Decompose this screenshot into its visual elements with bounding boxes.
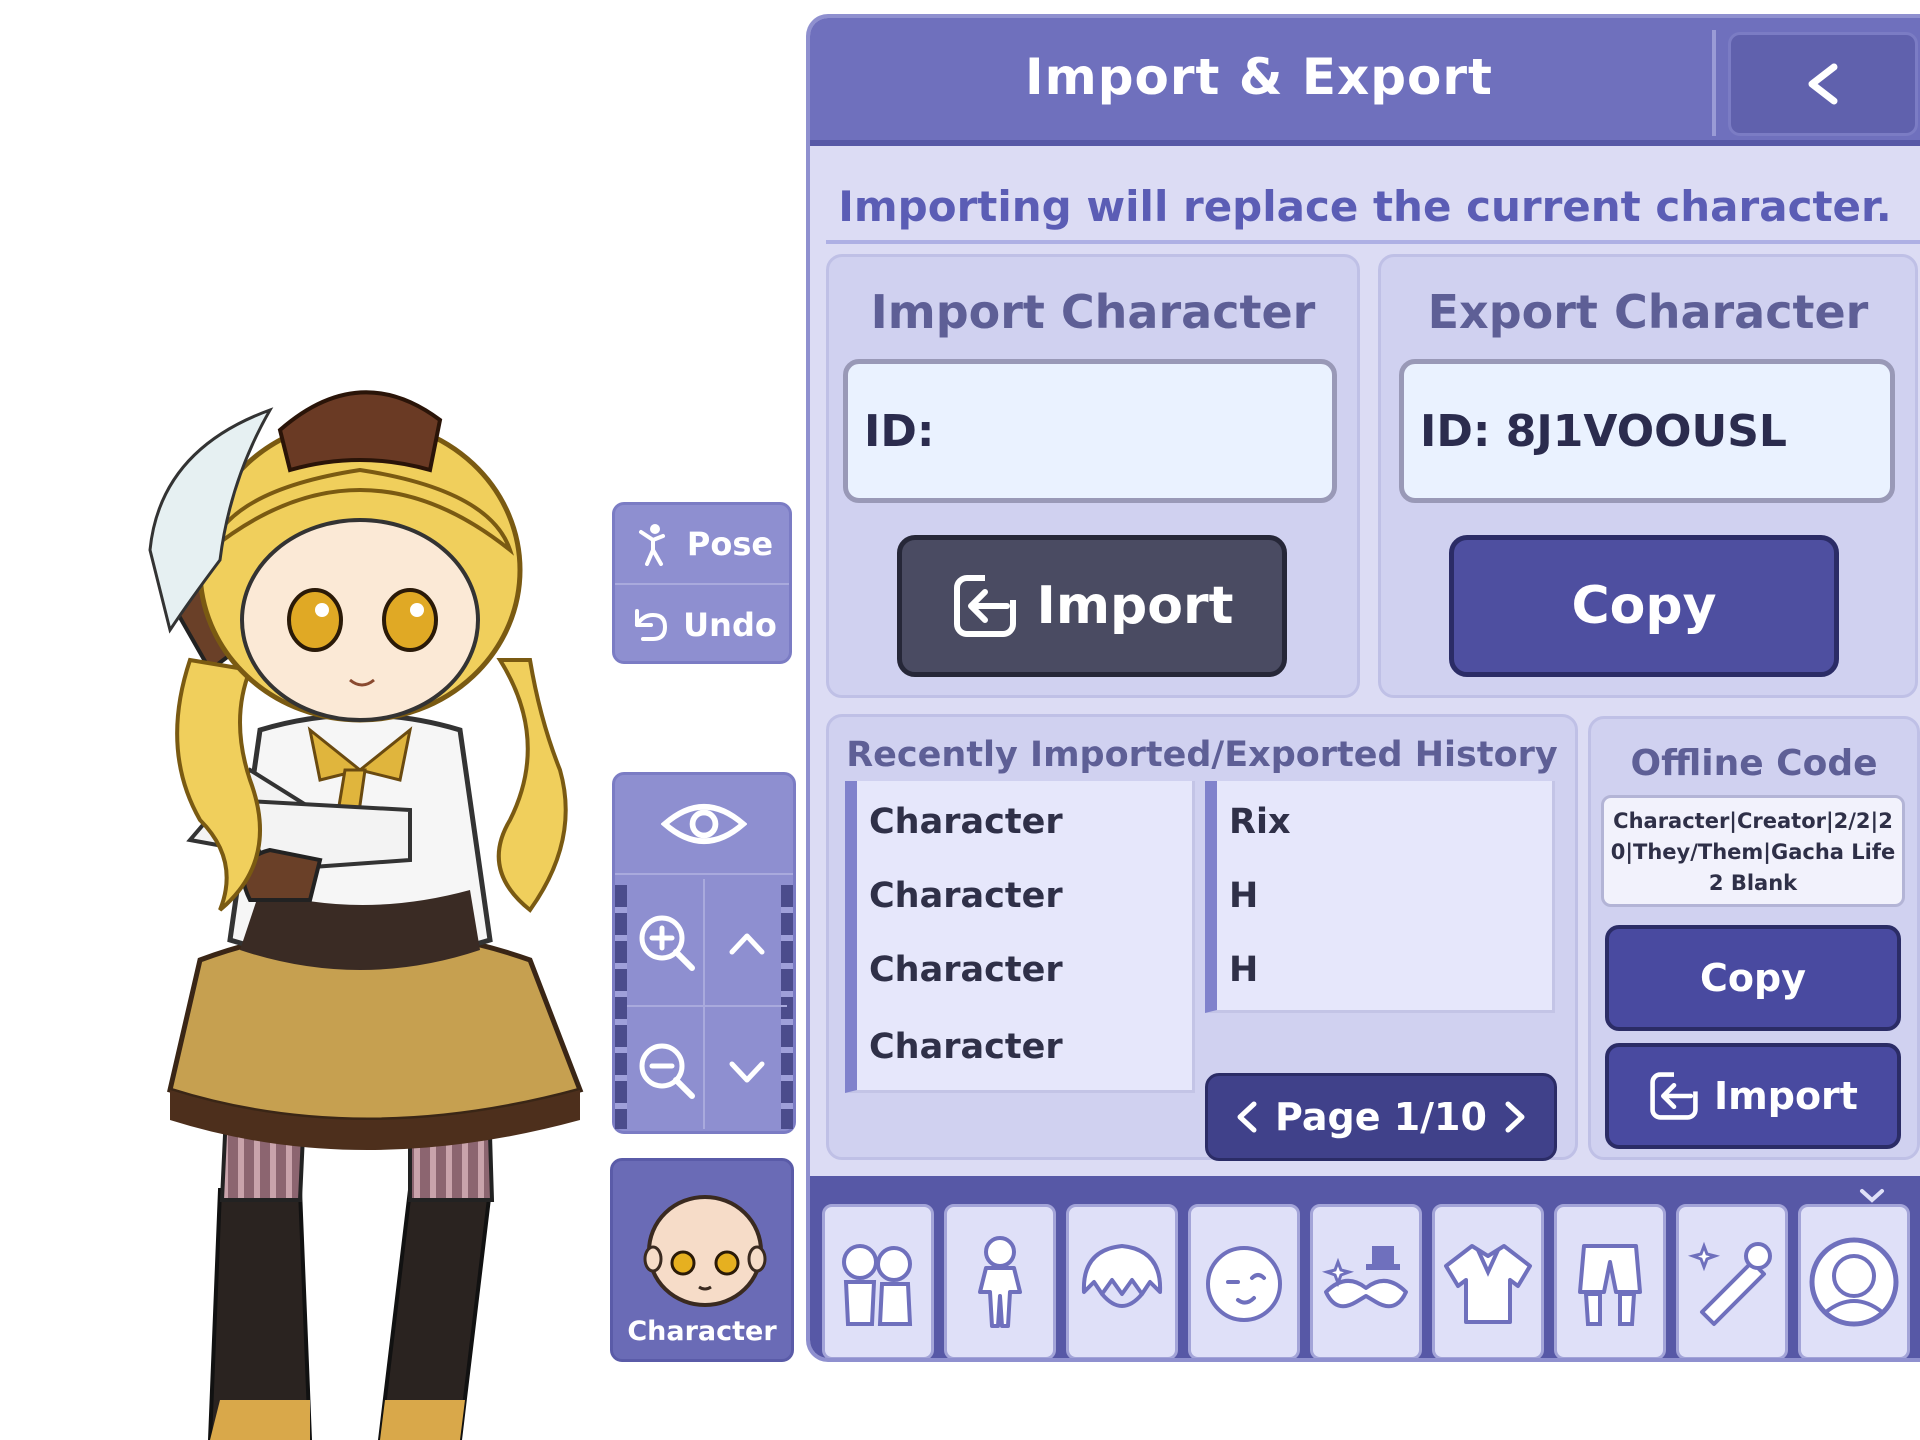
props-icon xyxy=(1687,1241,1772,1326)
offline-code-text[interactable]: Character|Creator|2/2|20|They/Them|Gacha… xyxy=(1601,795,1905,907)
toggle-visibility-button[interactable] xyxy=(615,775,793,875)
import-id-input[interactable]: ID: xyxy=(843,359,1337,503)
hair-icon xyxy=(1081,1244,1163,1308)
offline-import-button[interactable]: Import xyxy=(1605,1043,1901,1149)
chevron-up-icon xyxy=(729,933,765,955)
category-tab-profile[interactable] xyxy=(1798,1204,1910,1358)
export-character-title: Export Character xyxy=(1427,285,1869,339)
history-row-value[interactable]: H xyxy=(1205,855,1555,939)
category-tab-body[interactable] xyxy=(944,1204,1056,1358)
character-tab-button[interactable]: Character xyxy=(610,1158,794,1362)
subtitle-divider xyxy=(826,240,1920,244)
history-row-name[interactable]: Character xyxy=(845,1003,1195,1093)
category-tab-accessories[interactable] xyxy=(1310,1204,1422,1358)
offline-code-section: Offline Code Character|Creator|2/2|20|Th… xyxy=(1588,716,1920,1160)
pose-button[interactable]: Pose xyxy=(615,505,789,585)
import-icon xyxy=(1650,1070,1701,1120)
accessories-icon xyxy=(1321,1246,1408,1309)
character-tab-label: Character xyxy=(627,1316,777,1347)
panel-header: Import & Export xyxy=(810,18,1920,146)
history-row-name[interactable]: Character xyxy=(845,781,1195,865)
chevron-down-icon xyxy=(1860,1189,1884,1203)
import-character-section: Import Character ID: Import xyxy=(826,254,1360,698)
bottom-clothing-icon xyxy=(1578,1244,1642,1326)
history-row-name[interactable]: Character xyxy=(845,855,1195,939)
category-toolbar xyxy=(810,1176,1920,1358)
offline-import-label: Import xyxy=(1714,1074,1858,1118)
view-controls-panel xyxy=(612,772,796,1134)
history-title: Recently Imported/Exported History xyxy=(846,735,1558,775)
history-row-name[interactable]: Character xyxy=(845,929,1195,1013)
panel-title: Import & Export xyxy=(1025,48,1493,106)
profile-icon xyxy=(1809,1237,1899,1327)
category-tab-bottoms[interactable] xyxy=(1554,1204,1666,1358)
face-icon xyxy=(1206,1246,1282,1322)
category-tab-face[interactable] xyxy=(1188,1204,1300,1358)
zoom-out-icon xyxy=(639,1043,695,1099)
copy-id-button[interactable]: Copy xyxy=(1449,535,1839,677)
export-character-section: Export Character ID: 8J1VOOUSL Copy xyxy=(1378,254,1918,698)
undo-button[interactable]: Undo xyxy=(615,585,789,665)
copy-button-label: Copy xyxy=(1571,576,1717,636)
export-id-field[interactable]: ID: 8J1VOOUSL xyxy=(1399,359,1895,503)
pose-icon xyxy=(638,524,665,566)
history-pager[interactable]: Page 1/10 xyxy=(1205,1073,1557,1161)
body-icon xyxy=(978,1236,1022,1328)
zoom-in-button[interactable] xyxy=(625,879,709,1007)
category-tab-presets[interactable] xyxy=(822,1204,934,1358)
chevron-down-icon xyxy=(729,1061,765,1083)
category-tab-hair[interactable] xyxy=(1066,1204,1178,1358)
import-button-label: Import xyxy=(1036,576,1234,636)
pose-undo-panel: Pose Undo xyxy=(612,502,792,664)
top-clothing-icon xyxy=(1444,1244,1532,1324)
import-icon xyxy=(953,572,1019,637)
history-row-value[interactable]: H xyxy=(1205,929,1555,1013)
zoom-out-button[interactable] xyxy=(625,1007,709,1135)
undo-label: Undo xyxy=(683,606,777,644)
chevron-right-icon[interactable] xyxy=(1500,1100,1530,1134)
eye-icon xyxy=(661,803,747,845)
back-button[interactable] xyxy=(1728,32,1918,136)
offline-copy-label: Copy xyxy=(1700,956,1806,1000)
zoom-in-icon xyxy=(639,915,695,971)
chevron-left-icon xyxy=(1808,63,1838,105)
bald-character-icon xyxy=(643,1195,767,1307)
offline-copy-button[interactable]: Copy xyxy=(1605,925,1901,1031)
import-button[interactable]: Import xyxy=(897,535,1287,677)
undo-icon xyxy=(635,609,668,641)
import-export-panel: Import & Export Importing will replace t… xyxy=(806,14,1920,1362)
category-tab-tops[interactable] xyxy=(1432,1204,1544,1358)
pose-label: Pose xyxy=(686,525,774,563)
pager-label: Page 1/10 xyxy=(1275,1095,1487,1139)
offline-code-title: Offline Code xyxy=(1630,743,1878,784)
category-tab-props[interactable] xyxy=(1676,1204,1788,1358)
chevron-left-icon[interactable] xyxy=(1232,1100,1262,1134)
header-divider xyxy=(1712,30,1716,136)
presets-icon xyxy=(842,1244,913,1326)
pan-down-button[interactable] xyxy=(705,1007,789,1135)
history-section: Recently Imported/Exported History Chara… xyxy=(826,714,1578,1161)
panel-subtitle: Importing will replace the current chara… xyxy=(838,182,1892,231)
import-character-title: Import Character xyxy=(870,285,1316,339)
history-row-value[interactable]: Rix xyxy=(1205,781,1555,865)
character-figure xyxy=(148,390,584,1440)
pan-up-button[interactable] xyxy=(705,879,789,1007)
